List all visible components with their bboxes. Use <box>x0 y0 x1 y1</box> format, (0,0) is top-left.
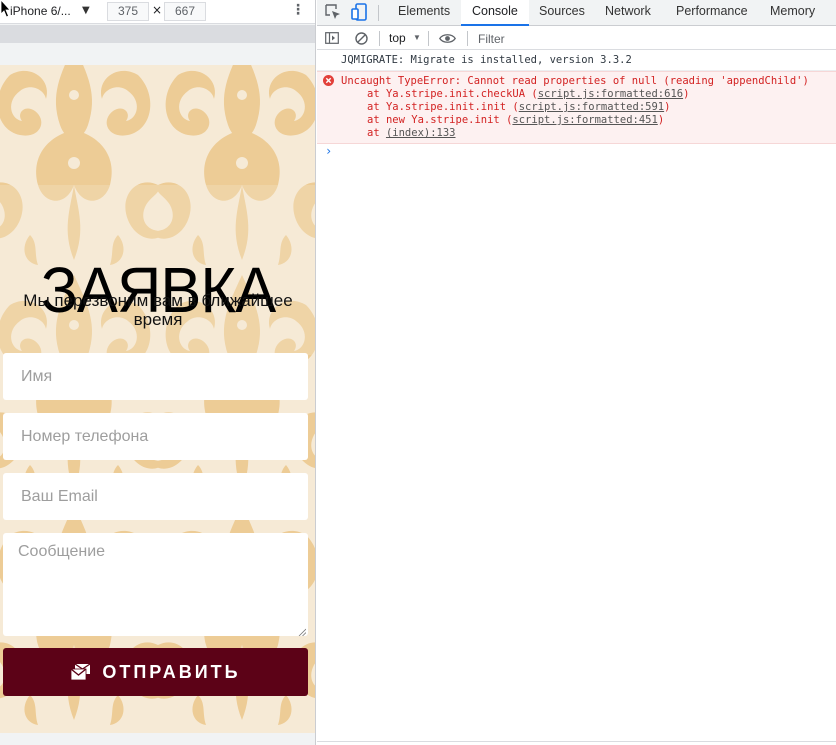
trace-prefix: at Ya.stripe.init.init ( <box>367 101 519 113</box>
tab-memory[interactable]: Memory <box>759 0 826 26</box>
prompt-chevron-icon: › <box>325 144 333 158</box>
device-toolbar: iPhone 6/... ▼ 375 × 667 ⋮ <box>0 0 315 24</box>
page-viewport: ЗАЯВКА Мы перезвоним вам в ближайшее вре… <box>0 65 315 733</box>
device-emulation-pane: iPhone 6/... ▼ 375 × 667 ⋮ ЗАЯВКА Мы пер… <box>0 0 316 745</box>
tab-performance[interactable]: Performance <box>665 0 759 26</box>
error-icon <box>323 75 334 86</box>
console-messages: JQMIGRATE: Migrate is installed, version… <box>317 51 836 144</box>
device-bottom-margin <box>0 733 315 745</box>
dimension-separator: × <box>152 3 163 17</box>
device-height-input[interactable]: 667 <box>164 2 206 21</box>
show-sidebar-icon[interactable] <box>325 32 339 44</box>
console-message-error: Uncaught TypeError: Cannot read properti… <box>317 71 836 144</box>
device-select[interactable]: iPhone 6/... <box>10 4 71 18</box>
trace-prefix: at new Ya.stripe.init ( <box>367 114 513 126</box>
console-message-text: JQMIGRATE: Migrate is installed, version… <box>341 54 632 66</box>
chevron-down-icon[interactable]: ▼ <box>82 5 90 16</box>
message-textarea[interactable] <box>3 533 308 636</box>
submit-button[interactable]: ОТПРАВИТЬ <box>3 648 308 696</box>
toolbar-divider <box>379 31 380 46</box>
devtools-bottom-border <box>317 741 836 742</box>
stack-trace-line: at Ya.stripe.init.init (script.js:format… <box>341 101 830 114</box>
source-link[interactable]: script.js:formatted:616 <box>538 88 683 100</box>
inspect-element-icon[interactable] <box>325 4 341 20</box>
source-link[interactable]: script.js:formatted:591 <box>519 101 664 113</box>
source-link[interactable]: (index):133 <box>386 127 456 139</box>
live-expression-eye-icon[interactable] <box>439 33 456 44</box>
toolbar-divider <box>378 5 379 21</box>
toolbar-divider <box>467 31 468 46</box>
console-prompt[interactable]: › <box>317 142 836 160</box>
email-input[interactable] <box>3 473 308 520</box>
tab-elements[interactable]: Elements <box>387 0 461 26</box>
phone-input[interactable] <box>3 413 308 460</box>
resize-handle-icon[interactable] <box>298 628 306 636</box>
name-input[interactable] <box>3 353 308 400</box>
filter-input[interactable] <box>472 29 832 48</box>
trace-suffix: ) <box>683 88 690 100</box>
console-toolbar: top ▼ <box>317 27 836 50</box>
envelope-stack-icon <box>70 663 91 681</box>
trace-suffix: ) <box>664 101 671 113</box>
devtools-tabbar: Elements Console Sources Network Perform… <box>317 0 836 26</box>
devtools-panel: Elements Console Sources Network Perform… <box>317 0 836 745</box>
stack-trace-line: at Ya.stripe.init.checkUA (script.js:for… <box>341 88 830 101</box>
stack-trace-line: at (index):133 <box>341 127 830 140</box>
toggle-device-icon[interactable] <box>351 3 367 21</box>
chevron-down-icon[interactable]: ▼ <box>413 33 421 42</box>
console-message-info: JQMIGRATE: Migrate is installed, version… <box>317 51 836 71</box>
tab-network[interactable]: Network <box>594 0 662 26</box>
submit-button-label: ОТПРАВИТЬ <box>102 661 241 682</box>
trace-prefix: at Ya.stripe.init.checkUA ( <box>367 88 538 100</box>
clear-console-icon[interactable] <box>355 32 368 45</box>
error-message-text: Uncaught TypeError: Cannot read properti… <box>341 75 809 87</box>
screen: iPhone 6/... ▼ 375 × 667 ⋮ ЗАЯВКА Мы пер… <box>0 0 836 745</box>
device-ruler <box>0 25 315 43</box>
trace-suffix: ) <box>657 114 665 126</box>
more-options-icon[interactable]: ⋮ <box>291 2 305 18</box>
tab-sources[interactable]: Sources <box>528 0 596 26</box>
trace-prefix: at <box>367 127 386 139</box>
toolbar-divider <box>428 31 429 46</box>
tab-console[interactable]: Console <box>461 0 529 26</box>
source-link[interactable]: script.js:formatted:451 <box>512 114 657 126</box>
stack-trace-line: at new Ya.stripe.init (script.js:formatt… <box>341 114 830 127</box>
context-select[interactable]: top <box>389 31 406 45</box>
form-subtitle: Мы перезвоним вам в ближайшее время <box>23 291 293 329</box>
device-margin <box>0 43 315 65</box>
device-width-input[interactable]: 375 <box>107 2 149 21</box>
